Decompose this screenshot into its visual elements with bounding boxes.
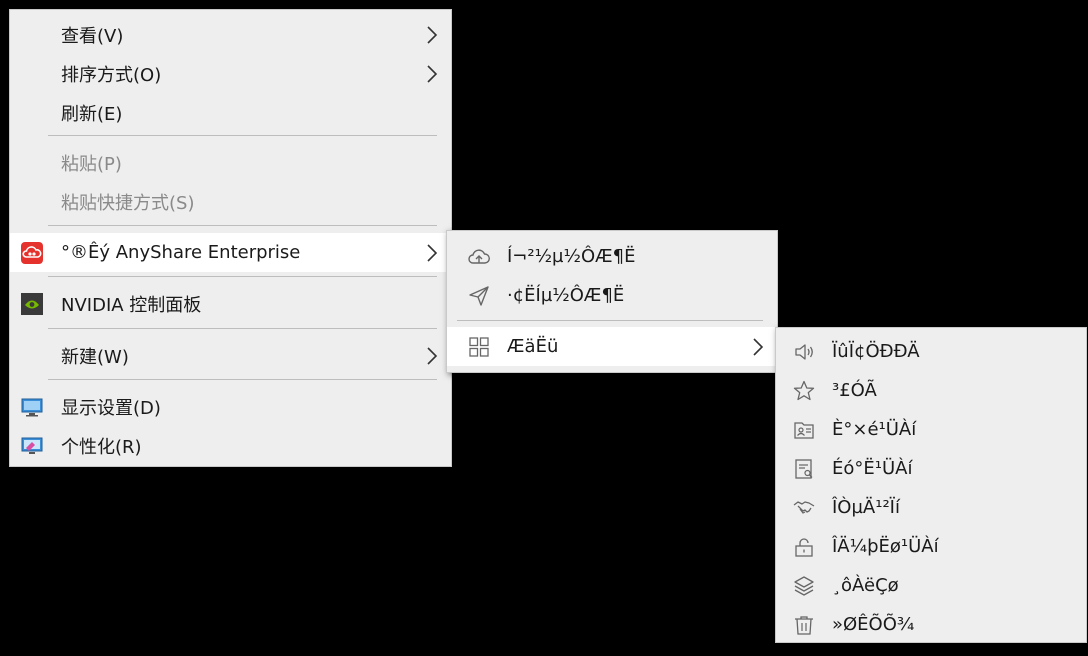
submenu-item-label: ÎÒµÄ¹²Ïí	[832, 497, 900, 518]
chevron-right-icon	[425, 346, 439, 366]
submenu-item-label: ¸ôÀëÇø	[832, 575, 899, 596]
chevron-right-icon	[751, 337, 765, 357]
submenu-item-more[interactable]: ÆäËü	[447, 327, 777, 366]
nvidia-logo-icon	[20, 292, 44, 316]
menu-item-personalize[interactable]: 个性化(R)	[10, 426, 451, 465]
document-check-icon	[792, 457, 816, 481]
submenu-item-label: ÎÄ¼þËø¹ÜÀí	[832, 536, 939, 557]
menu-item-new-label: 新建(W)	[61, 346, 129, 368]
cloud-upload-icon	[467, 245, 491, 269]
personalize-icon	[20, 434, 44, 458]
monitor-icon	[20, 395, 44, 419]
desktop[interactable]: 查看(V) 排序方式(O) 刷新(E) 粘贴(P) 粘贴快捷方式(S) °®Êý…	[0, 0, 1088, 656]
contact-card-icon	[792, 418, 816, 442]
menu-separator	[48, 135, 437, 136]
menu-item-display-settings-label: 显示设置(D)	[61, 397, 161, 419]
submenu-item-send-label: ·¢ËÍµ½ÔÆ¶Ë	[507, 285, 625, 306]
menu-item-nvidia[interactable]: NVIDIA 控制面板	[10, 284, 451, 323]
desktop-context-menu: 查看(V) 排序方式(O) 刷新(E) 粘贴(P) 粘贴快捷方式(S) °®Êý…	[9, 9, 452, 467]
menu-item-sort-label: 排序方式(O)	[61, 64, 162, 86]
star-icon	[792, 379, 816, 403]
menu-separator	[457, 320, 763, 321]
trash-icon	[792, 613, 816, 637]
menu-separator	[48, 225, 437, 226]
submenu-item-label: ³£ÓÃ	[832, 380, 877, 401]
submenu-item-sync-to-cloud[interactable]: Í¬²½µ½ÔÆ¶Ë	[447, 237, 777, 276]
submenu-item-send-to-cloud[interactable]: ·¢ËÍµ½ÔÆ¶Ë	[447, 276, 777, 315]
handshake-icon	[792, 496, 816, 520]
submenu-item-groups[interactable]: È°×é¹ÜÀí	[776, 410, 1086, 449]
menu-item-new[interactable]: 新建(W)	[10, 336, 451, 375]
anyshare-cloud-icon	[20, 241, 44, 265]
menu-item-anyshare[interactable]: °®Êý AnyShare Enterprise	[10, 233, 451, 272]
menu-item-nvidia-label: NVIDIA 控制面板	[61, 294, 202, 316]
menu-separator	[48, 276, 437, 277]
submenu-item-label: »ØÊÕÕ¾	[832, 614, 915, 635]
send-icon	[467, 284, 491, 308]
grid-icon	[467, 335, 491, 359]
submenu-item-messages[interactable]: ÏûÏ¢ÖÐÐÄ	[776, 332, 1086, 371]
menu-separator	[48, 379, 437, 380]
menu-item-paste-label: 粘贴(P)	[61, 153, 122, 175]
anyshare-submenu: Í¬²½µ½ÔÆ¶Ë ·¢ËÍµ½ÔÆ¶Ë ÆäËü	[446, 230, 778, 373]
submenu-item-label: ÏûÏ¢ÖÐÐÄ	[832, 341, 920, 362]
menu-item-display-settings[interactable]: 显示设置(D)	[10, 387, 451, 426]
menu-item-refresh[interactable]: 刷新(E)	[10, 93, 451, 132]
menu-item-view[interactable]: 查看(V)	[10, 15, 451, 54]
menu-item-sort[interactable]: 排序方式(O)	[10, 54, 451, 93]
submenu-item-shares[interactable]: ÎÒµÄ¹²Ïí	[776, 488, 1086, 527]
menu-item-view-label: 查看(V)	[61, 25, 124, 47]
menu-item-paste-shortcut-label: 粘贴快捷方式(S)	[61, 192, 195, 214]
submenu-item-label: Éó°Ë¹ÜÀí	[832, 458, 913, 479]
menu-separator	[48, 328, 437, 329]
submenu-item-label: È°×é¹ÜÀí	[832, 419, 917, 440]
menu-item-refresh-label: 刷新(E)	[61, 103, 123, 125]
menu-item-anyshare-label: °®Êý AnyShare Enterprise	[61, 242, 301, 263]
menu-item-paste[interactable]: 粘贴(P)	[10, 143, 451, 182]
speaker-icon	[792, 340, 816, 364]
submenu-item-quarantine[interactable]: ¸ôÀëÇø	[776, 566, 1086, 605]
chevron-right-icon	[425, 64, 439, 84]
submenu-item-approval[interactable]: Éó°Ë¹ÜÀí	[776, 449, 1086, 488]
chevron-right-icon	[425, 25, 439, 45]
submenu-item-favorites[interactable]: ³£ÓÃ	[776, 371, 1086, 410]
submenu-item-sync-label: Í¬²½µ½ÔÆ¶Ë	[507, 246, 636, 267]
menu-item-personalize-label: 个性化(R)	[61, 436, 142, 458]
layers-icon	[792, 574, 816, 598]
chevron-right-icon	[425, 243, 439, 263]
submenu-item-file-lock[interactable]: ÎÄ¼þËø¹ÜÀí	[776, 527, 1086, 566]
submenu-item-recycle-bin[interactable]: »ØÊÕÕ¾	[776, 605, 1086, 644]
more-submenu: ÏûÏ¢ÖÐÐÄ ³£ÓÃ È°×é¹ÜÀí Éó°Ë¹ÜÀí ÎÒµÄ¹²Ïí…	[775, 327, 1087, 643]
submenu-item-more-label: ÆäËü	[507, 336, 559, 357]
menu-item-paste-shortcut[interactable]: 粘贴快捷方式(S)	[10, 182, 451, 221]
unlock-icon	[792, 535, 816, 559]
